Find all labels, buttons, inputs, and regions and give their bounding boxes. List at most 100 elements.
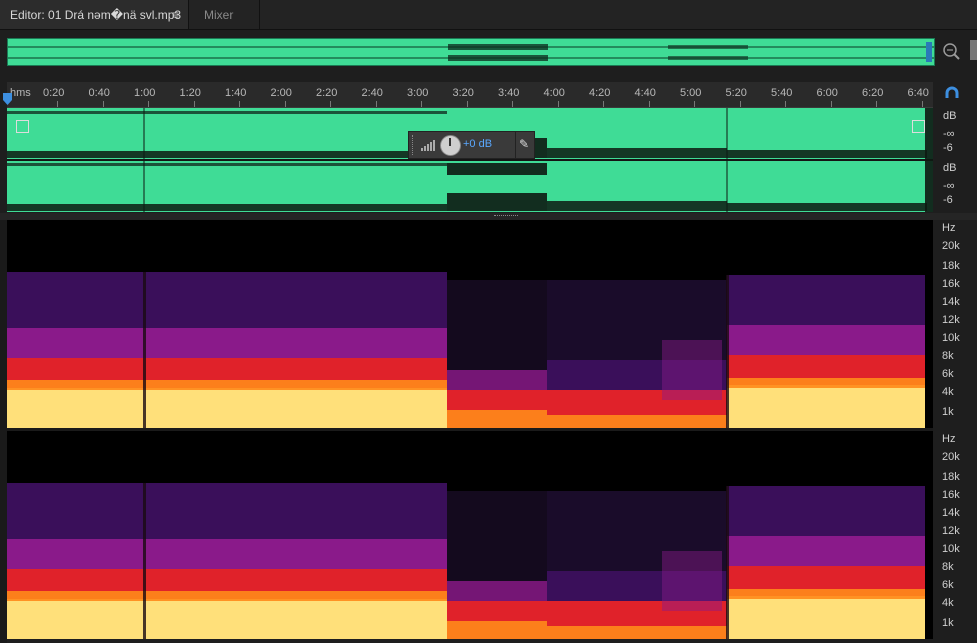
spectrogram-band xyxy=(727,378,925,388)
vertical-scroll-handle[interactable] xyxy=(970,40,977,60)
ruler-time-label: 4:40 xyxy=(634,87,656,99)
ruler-time-label: 1:00 xyxy=(134,87,156,99)
frequency-label: 20k xyxy=(942,451,960,463)
tab-editor[interactable]: Editor: 01 Drá nəm�nä sᴠl.mp3 ≡ xyxy=(0,0,189,29)
frequency-label: 20k xyxy=(942,240,960,252)
ruler-tick xyxy=(785,101,786,107)
view-divider[interactable] xyxy=(0,213,977,220)
ruler-tick xyxy=(375,101,377,107)
frequency-label: 14k xyxy=(942,507,960,519)
divider-grip[interactable] xyxy=(494,215,518,219)
frequency-label: 1k xyxy=(942,406,954,418)
spectrogram-band xyxy=(7,328,447,358)
ruler-time-label: 3:20 xyxy=(452,87,474,99)
spectrogram-band xyxy=(447,410,547,428)
ruler-tick xyxy=(148,101,149,107)
spectrogram-band xyxy=(7,483,447,539)
ruler-time-label: 3:00 xyxy=(407,87,429,99)
waveform-display[interactable] xyxy=(7,108,933,212)
frequency-label: 4k xyxy=(942,386,954,398)
tab-editor-label: Editor: 01 Drá nəm�nä sᴠl.mp3 xyxy=(10,8,182,22)
ruler-tick xyxy=(239,101,240,107)
ruler-tick xyxy=(466,101,468,107)
frequency-label: 16k xyxy=(942,489,960,501)
frequency-label: 10k xyxy=(942,332,960,344)
frequency-label: 16k xyxy=(942,278,960,290)
spectrogram-band xyxy=(7,380,447,390)
ruler-tick xyxy=(557,101,559,107)
volume-value[interactable]: +0 dB xyxy=(463,138,492,150)
spectrogram-band xyxy=(447,491,547,581)
spectrogram-transient xyxy=(726,275,729,428)
frequency-label: 18k xyxy=(942,471,960,483)
spectrogram-band xyxy=(662,551,722,611)
ruler-tick xyxy=(57,101,58,107)
spectrogram-band xyxy=(727,486,925,536)
left-edge xyxy=(0,220,7,643)
ruler-time-label: 5:20 xyxy=(725,87,747,99)
ruler-tick xyxy=(739,101,741,107)
ruler-tick xyxy=(694,101,695,107)
ruler-time-label: 0:40 xyxy=(88,87,110,99)
spectrogram-band xyxy=(447,280,547,370)
frequency-label: 6k xyxy=(942,579,954,591)
tab-mixer[interactable]: Mixer xyxy=(189,0,260,29)
frequency-label: 10k xyxy=(942,543,960,555)
volume-knob-indicator xyxy=(449,138,451,146)
frequency-label: 12k xyxy=(942,525,960,537)
ruler-tick xyxy=(512,101,513,107)
spectrogram-band xyxy=(7,272,447,328)
scale-db-label: dB xyxy=(943,110,957,122)
spectrogram-band xyxy=(662,340,722,400)
ruler-time-label: 6:00 xyxy=(816,87,838,99)
ruler-time-label: 0:20 xyxy=(43,87,65,99)
frequency-label: 14k xyxy=(942,296,960,308)
ruler-time-label: 2:00 xyxy=(270,87,292,99)
frequency-scale-top: Hz 20k 18k 16k 14k 12k 10k 8k 6k 4k 1k xyxy=(937,220,977,428)
spectrogram-band xyxy=(727,596,925,639)
ruler-time-label: 2:40 xyxy=(361,87,383,99)
spectrogram-band xyxy=(7,591,447,601)
hud-grip[interactable] xyxy=(412,135,416,155)
ruler-time-label: 1:40 xyxy=(225,87,247,99)
ruler-tick xyxy=(648,101,650,107)
fade-in-handle[interactable] xyxy=(16,120,29,133)
spectrogram-tail xyxy=(925,431,933,639)
time-ruler[interactable]: hms 0:20 0:40 1:00 1:20 1:40 2:00 2:20 2:40 3:00… xyxy=(7,82,933,108)
ruler-tick xyxy=(603,101,604,107)
ruler-tick xyxy=(330,101,331,107)
ruler-time-label: 2:20 xyxy=(316,87,338,99)
spectrogram-band xyxy=(727,536,925,566)
spectrogram-band xyxy=(547,415,727,428)
overview-waveform[interactable] xyxy=(7,38,935,66)
snap-icon[interactable] xyxy=(944,86,960,102)
ruler-time-label: 1:20 xyxy=(179,87,201,99)
hud-separator xyxy=(515,132,516,158)
ruler-tick xyxy=(421,101,422,107)
spectrogram-transient xyxy=(726,486,729,639)
amplitude-scale: dB -∞ -6 dB -∞ -6 xyxy=(937,108,977,212)
spectrogram-band xyxy=(547,626,727,639)
ruler-time-label: 6:20 xyxy=(862,87,884,99)
scale-db-label: dB xyxy=(943,162,957,174)
scale-minus6-label: -6 xyxy=(943,194,953,206)
panel-menu-icon[interactable]: ≡ xyxy=(172,8,179,22)
spectrogram-tail xyxy=(925,220,933,428)
scale-inf-label: -∞ xyxy=(943,180,955,192)
spectrogram-band xyxy=(727,589,925,599)
spectrogram-band xyxy=(727,325,925,355)
fade-out-handle[interactable] xyxy=(912,120,925,133)
spectrogram-top-channel[interactable] xyxy=(7,220,933,428)
frequency-label: 8k xyxy=(942,350,954,362)
volume-knob[interactable] xyxy=(440,135,461,156)
spectrogram-band xyxy=(727,385,925,428)
pin-icon[interactable]: ✎ xyxy=(519,137,529,151)
waveform-graphic xyxy=(7,108,933,212)
spectrogram-bottom-channel[interactable] xyxy=(7,431,933,639)
spectrogram-band xyxy=(7,599,447,639)
ruler-unit-label: hms xyxy=(10,87,31,99)
playhead-marker[interactable] xyxy=(3,93,12,105)
ruler-time-label: 4:20 xyxy=(589,87,611,99)
scale-minus6-label: -6 xyxy=(943,142,953,154)
zoom-icon[interactable] xyxy=(940,40,962,62)
